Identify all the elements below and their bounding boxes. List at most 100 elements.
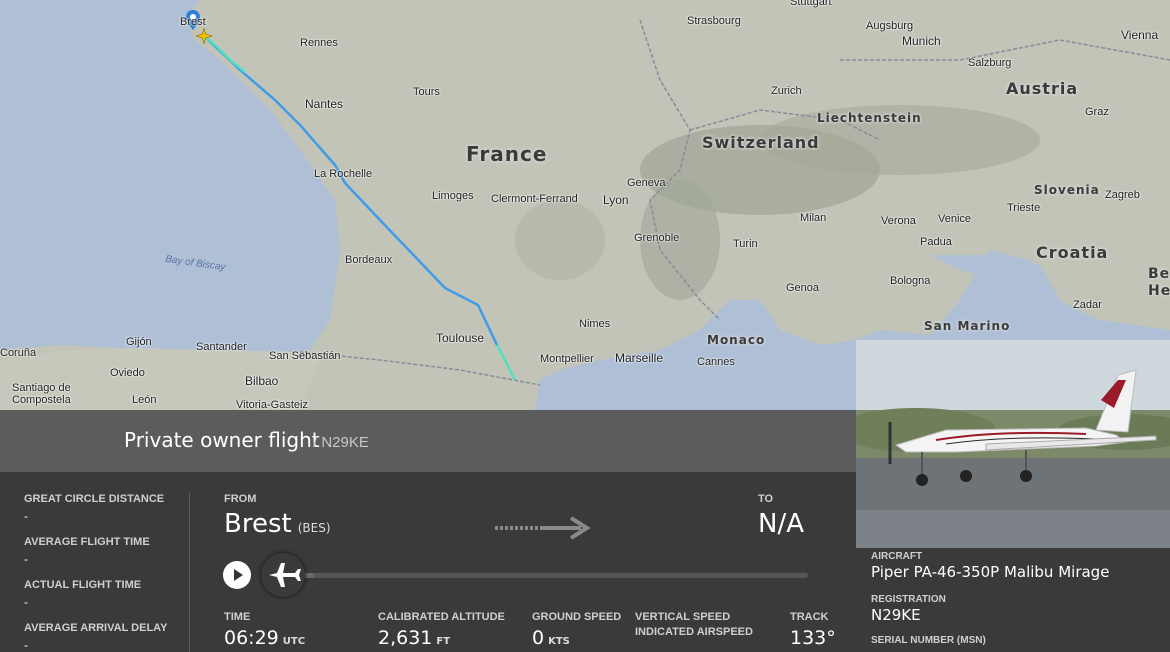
city-label: Santiago de Compostela [12, 382, 71, 406]
stat-label-avg-time: AVERAGE FLIGHT TIME [24, 536, 150, 548]
from-label: FROM [224, 493, 257, 505]
aircraft-panel: AIRCRAFT Piper PA-46-350P Malibu Mirage … [856, 340, 1170, 651]
stat-value-arrival-delay: - [24, 638, 28, 652]
arrow-right-icon [495, 516, 591, 540]
flight-title: Private owner flight [124, 428, 320, 452]
track-value: 133° [790, 627, 836, 649]
country-label-france: France [466, 142, 548, 166]
to-label: TO [758, 493, 774, 505]
altitude-value: 2,631 FT [378, 627, 450, 649]
track-label: TRACK [790, 611, 829, 623]
city-label: Lyon [603, 193, 629, 207]
city-label: Rennes [300, 37, 338, 49]
time-value: 06:29 UTC [224, 627, 305, 649]
aircraft-marker-icon[interactable] [196, 28, 212, 44]
aircraft-label: AIRCRAFT [871, 551, 923, 562]
city-label: Strasbourg [687, 15, 741, 27]
country-label-croatia: Croatia [1036, 243, 1109, 262]
city-label: Toulouse [436, 331, 485, 345]
city-label: Bologna [890, 275, 931, 287]
city-label: Nantes [305, 97, 344, 111]
city-label: Augsburg [866, 20, 914, 32]
city-label: Santander [196, 341, 247, 353]
ground-speed-value: 0 KTS [532, 627, 570, 649]
city-label: Bilbao [245, 374, 279, 388]
city-label: Tours [413, 86, 440, 98]
ground-speed-label: GROUND SPEED [532, 611, 622, 623]
city-label: Zadar [1073, 299, 1102, 311]
from-code: (BES) [297, 521, 331, 535]
city-label: Milan [800, 212, 827, 224]
altitude-label: CALIBRATED ALTITUDE [378, 611, 505, 623]
route-panel: FROM Brest (BES) TO N/A TIME 06:29 UTC CAL… [190, 472, 856, 651]
country-label-austria: Austria [1006, 79, 1079, 98]
city-label: Cannes [697, 356, 735, 368]
flight-callsign[interactable]: / N29KE [313, 434, 369, 451]
serial-label: SERIAL NUMBER (MSN) [871, 635, 986, 646]
city-label: Coruña [0, 347, 37, 359]
time-number: 06:29 [224, 627, 279, 649]
city-label: Clermont-Ferrand [491, 193, 578, 205]
city-label: Geneva [627, 177, 666, 189]
city-label: Munich [902, 34, 941, 48]
city-label: Montpellier [540, 353, 594, 365]
stat-label-arrival-delay: AVERAGE ARRIVAL DELAY [24, 622, 168, 634]
indicated-airspeed-label: INDICATED AIRSPEED [635, 626, 753, 638]
from-city: Brest [224, 509, 292, 539]
city-label: Marseille [615, 351, 664, 365]
play-icon [234, 569, 243, 581]
vertical-speed-label: VERTICAL SPEED [635, 611, 731, 623]
city-label: Padua [920, 236, 952, 248]
city-label: Bordeaux [345, 254, 393, 266]
country-label-switzerland: Switzerland [702, 133, 820, 152]
city-label: Venice [938, 213, 972, 225]
stat-value-actual-time: - [24, 595, 28, 609]
aircraft-photo[interactable] [856, 340, 1170, 548]
country-label-san-marino: San Marino [924, 319, 1011, 333]
country-label-edge: Be He [1148, 266, 1170, 299]
ground-speed-unit: KTS [548, 636, 570, 647]
to-airport[interactable]: N/A [758, 509, 804, 539]
flight-title-bar: Private owner flight / N29KE [0, 410, 856, 472]
city-label: Vitoria-Gasteiz [236, 399, 308, 410]
city-label: Vienna [1121, 28, 1159, 42]
country-label-slovenia: Slovenia [1034, 183, 1100, 197]
city-label: Gijón [126, 336, 152, 348]
stat-label-distance: GREAT CIRCLE DISTANCE [24, 493, 165, 505]
play-button[interactable] [223, 561, 251, 589]
time-label: TIME [224, 611, 251, 623]
flight-stats-panel: GREAT CIRCLE DISTANCE - AVERAGE FLIGHT T… [0, 472, 190, 652]
from-airport[interactable]: Brest (BES) [224, 509, 331, 539]
city-label: Zurich [771, 85, 802, 97]
registration-value[interactable]: N29KE [871, 606, 921, 624]
stat-value-avg-time: - [24, 552, 28, 566]
city-label: Salzburg [968, 57, 1012, 69]
aircraft-type[interactable]: Piper PA-46-350P Malibu Mirage [871, 563, 1109, 581]
ground-speed-number: 0 [532, 627, 545, 649]
plane-icon [269, 563, 301, 587]
playback-track[interactable] [288, 573, 808, 578]
city-label: Grenoble [634, 232, 680, 244]
city-label: Brest [180, 16, 206, 28]
city-label: Turin [733, 238, 758, 250]
city-label: San Sebastián [269, 350, 341, 362]
city-label: Trieste [1007, 202, 1041, 214]
city-label: Stuttgart [790, 0, 832, 8]
city-label: Zagreb [1105, 189, 1140, 201]
city-label: Limoges [432, 190, 474, 202]
country-label-monaco: Monaco [707, 333, 766, 347]
city-label: Genoa [786, 282, 820, 294]
city-label: La Rochelle [314, 168, 373, 180]
aircraft-photo-graphic [856, 340, 1170, 548]
altitude-number: 2,631 [378, 627, 433, 649]
stat-label-actual-time: ACTUAL FLIGHT TIME [24, 579, 142, 591]
playback-handle[interactable] [261, 553, 305, 597]
stat-value-distance: - [24, 509, 28, 523]
altitude-unit: FT [436, 636, 451, 647]
country-label-liechtenstein: Liechtenstein [817, 111, 922, 125]
city-label: Graz [1085, 106, 1109, 118]
time-unit: UTC [282, 636, 306, 647]
city-label: Verona [881, 215, 916, 227]
city-label: León [132, 394, 157, 406]
city-label: Oviedo [110, 367, 145, 379]
